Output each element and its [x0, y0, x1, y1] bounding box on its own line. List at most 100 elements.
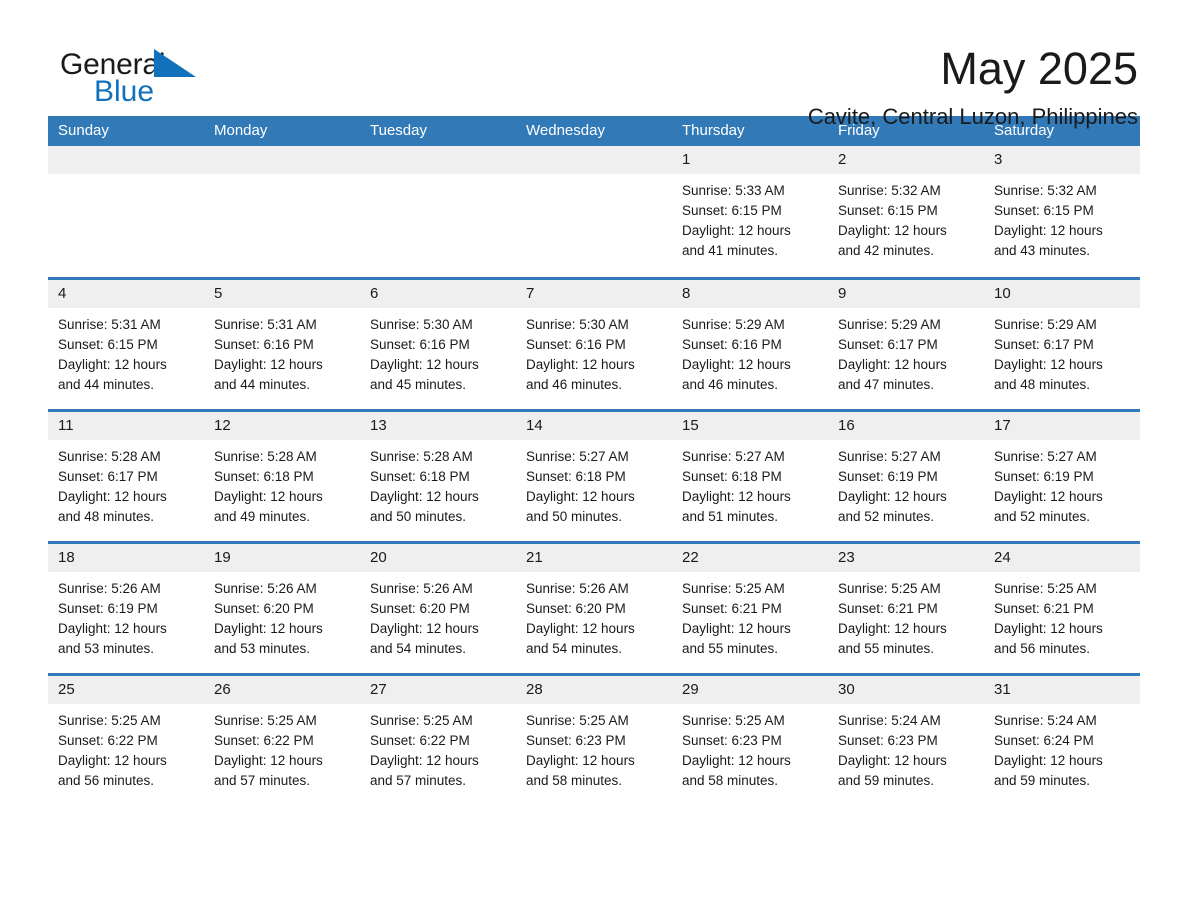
day-details: Sunrise: 5:27 AM Sunset: 6:19 PM Daylight:… [828, 440, 984, 527]
daylight-duration-line2: and 50 minutes. [370, 508, 467, 524]
sunrise-time: Sunrise: 5:24 AM [838, 712, 941, 728]
day-details: Sunrise: 5:28 AM Sunset: 6:18 PM Daylight:… [204, 440, 360, 527]
calendar-day-cell[interactable]: 10 Sunrise: 5:29 AM Sunset: 6:17 PM Dayligh… [984, 276, 1140, 410]
daylight-duration-line1: Daylight: 12 hours [214, 752, 323, 768]
calendar-day-cell[interactable]: 9 Sunrise: 5:29 AM Sunset: 6:17 PM Daylight… [828, 276, 984, 410]
calendar-day-cell[interactable]: 2 Sunrise: 5:32 AM Sunset: 6:15 PM Daylight… [828, 146, 984, 278]
sunset-time: Sunset: 6:23 PM [526, 732, 626, 748]
daylight-duration-line2: and 56 minutes. [994, 640, 1091, 656]
calendar-day-cell[interactable]: 28 Sunrise: 5:25 AM Sunset: 6:23 PM Dayligh… [516, 672, 672, 806]
sunrise-time: Sunrise: 5:29 AM [682, 316, 785, 332]
calendar-day-cell[interactable]: 19 Sunrise: 5:26 AM Sunset: 6:20 PM Dayligh… [204, 540, 360, 674]
sunset-time: Sunset: 6:23 PM [838, 732, 938, 748]
day-number: 22 [672, 543, 828, 572]
day-number: 2 [828, 146, 984, 174]
calendar-day-cell-empty [48, 146, 204, 278]
calendar-day-cell[interactable]: 21 Sunrise: 5:26 AM Sunset: 6:20 PM Dayligh… [516, 540, 672, 674]
day-details: Sunrise: 5:26 AM Sunset: 6:20 PM Daylight:… [204, 572, 360, 659]
day-number: 7 [516, 279, 672, 308]
calendar-day-cell-empty [516, 146, 672, 278]
sunset-time: Sunset: 6:20 PM [526, 600, 626, 616]
daylight-duration-line1: Daylight: 12 hours [838, 488, 947, 504]
sunrise-time: Sunrise: 5:32 AM [994, 183, 1097, 198]
daylight-duration-line2: and 43 minutes. [994, 243, 1091, 258]
sunset-time: Sunset: 6:21 PM [682, 600, 782, 616]
sunrise-time: Sunrise: 5:25 AM [682, 580, 785, 596]
calendar-day-cell[interactable]: 25 Sunrise: 5:25 AM Sunset: 6:22 PM Dayligh… [48, 672, 204, 806]
daylight-duration-line2: and 47 minutes. [838, 376, 935, 392]
calendar-day-cell[interactable]: 31 Sunrise: 5:24 AM Sunset: 6:24 PM Dayligh… [984, 672, 1140, 806]
calendar-day-cell[interactable]: 20 Sunrise: 5:26 AM Sunset: 6:20 PM Dayligh… [360, 540, 516, 674]
calendar-day-cell[interactable]: 12 Sunrise: 5:28 AM Sunset: 6:18 PM Dayligh… [204, 408, 360, 542]
day-details: Sunrise: 5:31 AM Sunset: 6:16 PM Daylight:… [204, 308, 360, 395]
calendar-day-cell[interactable]: 23 Sunrise: 5:25 AM Sunset: 6:21 PM Dayligh… [828, 540, 984, 674]
sunset-time: Sunset: 6:20 PM [370, 600, 470, 616]
daylight-duration-line2: and 57 minutes. [370, 772, 467, 788]
calendar-day-cell[interactable]: 22 Sunrise: 5:25 AM Sunset: 6:21 PM Dayligh… [672, 540, 828, 674]
day-number: 30 [828, 675, 984, 704]
daylight-duration-line1: Daylight: 12 hours [994, 620, 1103, 636]
day-number [360, 146, 516, 174]
daylight-duration-line1: Daylight: 12 hours [58, 620, 167, 636]
calendar-day-cell[interactable]: 16 Sunrise: 5:27 AM Sunset: 6:19 PM Dayligh… [828, 408, 984, 542]
daylight-duration-line1: Daylight: 12 hours [370, 752, 479, 768]
daylight-duration-line2: and 56 minutes. [58, 772, 155, 788]
day-number: 20 [360, 543, 516, 572]
daylight-duration-line1: Daylight: 12 hours [838, 223, 947, 238]
daylight-duration-line2: and 53 minutes. [58, 640, 155, 656]
day-number [516, 146, 672, 174]
daylight-duration-line2: and 53 minutes. [214, 640, 311, 656]
sunset-time: Sunset: 6:21 PM [994, 600, 1094, 616]
calendar-week-row: 25 Sunrise: 5:25 AM Sunset: 6:22 PM Dayligh… [48, 672, 1140, 806]
daylight-duration-line1: Daylight: 12 hours [994, 488, 1103, 504]
daylight-duration-line2: and 42 minutes. [838, 243, 935, 258]
sunrise-time: Sunrise: 5:25 AM [682, 712, 785, 728]
daylight-duration-line1: Daylight: 12 hours [214, 356, 323, 372]
calendar-day-cell-empty [204, 146, 360, 278]
sunrise-time: Sunrise: 5:25 AM [526, 712, 629, 728]
sunset-time: Sunset: 6:15 PM [682, 203, 782, 218]
day-details: Sunrise: 5:29 AM Sunset: 6:17 PM Daylight:… [828, 308, 984, 395]
calendar-day-cell[interactable]: 18 Sunrise: 5:26 AM Sunset: 6:19 PM Dayligh… [48, 540, 204, 674]
sunrise-time: Sunrise: 5:26 AM [214, 580, 317, 596]
sunrise-time: Sunrise: 5:28 AM [370, 448, 473, 464]
calendar-day-cell[interactable]: 24 Sunrise: 5:25 AM Sunset: 6:21 PM Dayligh… [984, 540, 1140, 674]
sunrise-time: Sunrise: 5:27 AM [526, 448, 629, 464]
daylight-duration-line2: and 52 minutes. [838, 508, 935, 524]
calendar-day-cell[interactable]: 6 Sunrise: 5:30 AM Sunset: 6:16 PM Daylight… [360, 276, 516, 410]
daylight-duration-line1: Daylight: 12 hours [838, 752, 947, 768]
day-details: Sunrise: 5:29 AM Sunset: 6:16 PM Daylight:… [672, 308, 828, 395]
calendar-day-cell[interactable]: 8 Sunrise: 5:29 AM Sunset: 6:16 PM Daylight… [672, 276, 828, 410]
calendar-day-cell[interactable]: 15 Sunrise: 5:27 AM Sunset: 6:18 PM Dayligh… [672, 408, 828, 542]
calendar-day-cell[interactable]: 13 Sunrise: 5:28 AM Sunset: 6:18 PM Dayligh… [360, 408, 516, 542]
calendar-day-cell[interactable]: 7 Sunrise: 5:30 AM Sunset: 6:16 PM Daylight… [516, 276, 672, 410]
day-details: Sunrise: 5:31 AM Sunset: 6:15 PM Daylight:… [48, 308, 204, 395]
sunset-time: Sunset: 6:18 PM [526, 468, 626, 484]
calendar-day-cell[interactable]: 29 Sunrise: 5:25 AM Sunset: 6:23 PM Dayligh… [672, 672, 828, 806]
calendar-day-cell[interactable]: 11 Sunrise: 5:28 AM Sunset: 6:17 PM Dayligh… [48, 408, 204, 542]
sunset-time: Sunset: 6:15 PM [994, 203, 1094, 218]
calendar-day-cell[interactable]: 14 Sunrise: 5:27 AM Sunset: 6:18 PM Dayligh… [516, 408, 672, 542]
calendar-day-cell[interactable]: 26 Sunrise: 5:25 AM Sunset: 6:22 PM Dayligh… [204, 672, 360, 806]
calendar-day-cell[interactable]: 30 Sunrise: 5:24 AM Sunset: 6:23 PM Dayligh… [828, 672, 984, 806]
day-details: Sunrise: 5:25 AM Sunset: 6:22 PM Daylight:… [48, 704, 204, 791]
weekday-header-wednesday: Wednesday [516, 116, 672, 146]
page-header: General Blue May 2025 Cavite, Central Lu… [48, 0, 1140, 130]
day-details: Sunrise: 5:26 AM Sunset: 6:19 PM Daylight:… [48, 572, 204, 659]
calendar-day-cell[interactable]: 5 Sunrise: 5:31 AM Sunset: 6:16 PM Daylight… [204, 276, 360, 410]
sunset-time: Sunset: 6:23 PM [682, 732, 782, 748]
daylight-duration-line2: and 57 minutes. [214, 772, 311, 788]
daylight-duration-line2: and 55 minutes. [838, 640, 935, 656]
calendar-day-cell[interactable]: 1 Sunrise: 5:33 AM Sunset: 6:15 PM Daylight… [672, 146, 828, 278]
calendar-day-cell[interactable]: 4 Sunrise: 5:31 AM Sunset: 6:15 PM Daylight… [48, 276, 204, 410]
calendar-day-cell[interactable]: 17 Sunrise: 5:27 AM Sunset: 6:19 PM Dayligh… [984, 408, 1140, 542]
weekday-header-monday: Monday [204, 116, 360, 146]
sunrise-time: Sunrise: 5:24 AM [994, 712, 1097, 728]
sunrise-time: Sunrise: 5:29 AM [994, 316, 1097, 332]
day-details: Sunrise: 5:28 AM Sunset: 6:18 PM Daylight:… [360, 440, 516, 527]
daylight-duration-line1: Daylight: 12 hours [994, 752, 1103, 768]
day-details: Sunrise: 5:25 AM Sunset: 6:23 PM Daylight:… [672, 704, 828, 791]
calendar-day-cell[interactable]: 3 Sunrise: 5:32 AM Sunset: 6:15 PM Daylight… [984, 146, 1140, 278]
calendar-day-cell[interactable]: 27 Sunrise: 5:25 AM Sunset: 6:22 PM Dayligh… [360, 672, 516, 806]
day-details: Sunrise: 5:25 AM Sunset: 6:22 PM Daylight:… [360, 704, 516, 791]
